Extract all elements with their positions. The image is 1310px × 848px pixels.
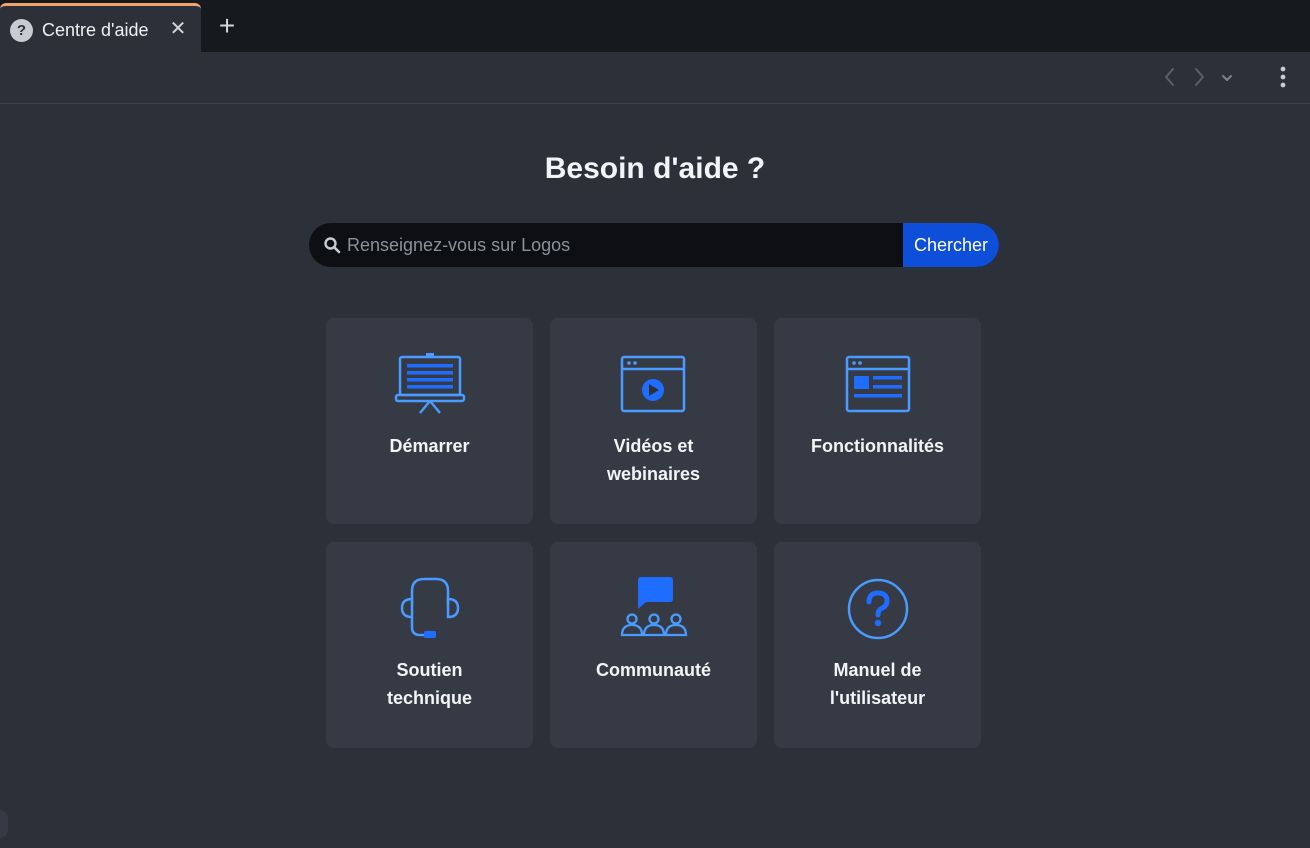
- presentation-board-icon: [394, 353, 465, 414]
- forward-button[interactable]: [1187, 64, 1211, 90]
- chevron-right-icon: [1195, 68, 1204, 86]
- toolbar: [0, 52, 1310, 104]
- browser-tab-strip: ? Centre d'aide ✕ +: [0, 0, 1310, 52]
- card-label: Vidéos et webinaires: [606, 436, 701, 484]
- more-options-button[interactable]: [1271, 64, 1295, 90]
- search-input[interactable]: [347, 223, 899, 267]
- card-user-manual[interactable]: Manuel de l'utilisateur: [774, 542, 981, 748]
- feature-window-icon: [845, 355, 910, 413]
- help-circle-icon: ?: [10, 19, 33, 42]
- page-title: Besoin d'aide ?: [544, 152, 766, 185]
- card-label: Soutien technique: [386, 660, 472, 708]
- kebab-menu-icon: [1280, 66, 1286, 88]
- headset-icon: [400, 577, 459, 638]
- search-button[interactable]: Chercher: [903, 223, 999, 267]
- card-label: Démarrer: [389, 436, 470, 456]
- card-label: Manuel de l'utilisateur: [829, 660, 926, 708]
- card-community[interactable]: Communauté: [550, 542, 757, 748]
- new-tab-button[interactable]: +: [214, 12, 240, 40]
- video-player-icon: [620, 355, 685, 413]
- chevron-left-icon: [1165, 68, 1174, 86]
- card-getting-started[interactable]: Démarrer: [326, 318, 533, 524]
- side-panel-handle[interactable]: [0, 810, 8, 838]
- tab-help-center[interactable]: ? Centre d'aide ✕: [0, 3, 201, 52]
- chevron-down-icon: [1222, 75, 1232, 81]
- card-tech-support[interactable]: Soutien technique: [326, 542, 533, 748]
- community-chat-icon: [620, 577, 687, 637]
- card-label: Fonctionnalités: [810, 436, 944, 456]
- help-topics-grid: Démarrer Vidéos et webinaires Fonctionna…: [326, 318, 981, 748]
- card-videos-webinars[interactable]: Vidéos et webinaires: [550, 318, 757, 524]
- close-tab-icon[interactable]: ✕: [167, 18, 189, 40]
- card-label: Communauté: [595, 660, 711, 680]
- back-button[interactable]: [1158, 64, 1182, 90]
- search-bar: Chercher: [309, 223, 999, 267]
- tab-title: Centre d'aide: [42, 20, 149, 40]
- card-features[interactable]: Fonctionnalités: [774, 318, 981, 524]
- search-icon: [324, 237, 341, 254]
- question-circle-icon: [847, 578, 908, 640]
- history-dropdown-button[interactable]: [1215, 64, 1239, 90]
